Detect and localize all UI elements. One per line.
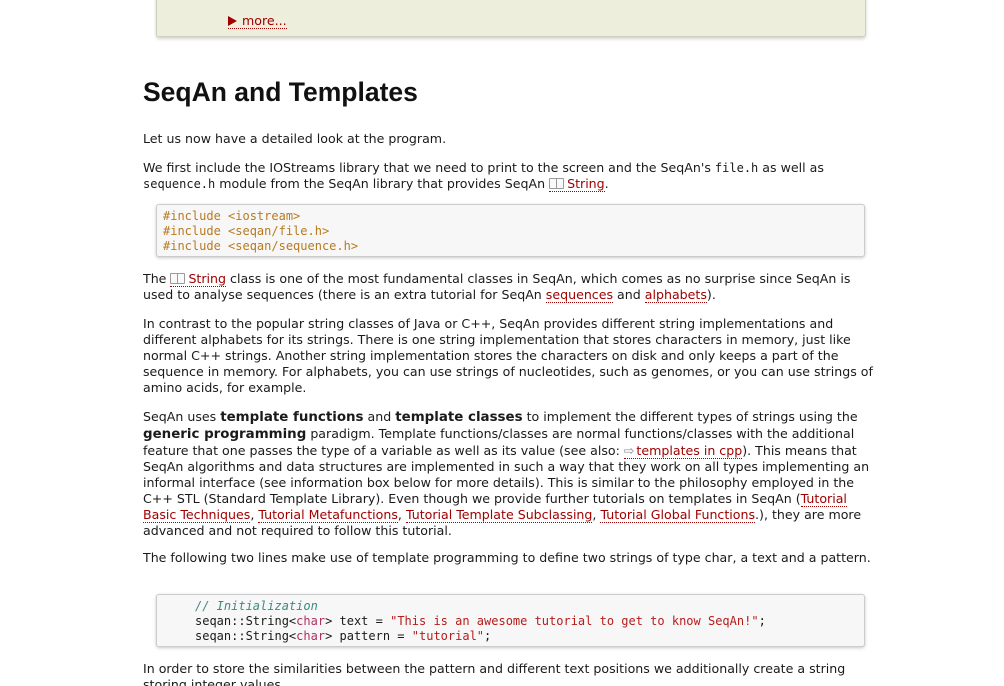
book-icon: [549, 178, 565, 189]
paragraph-two-lines: The following two lines make use of temp…: [143, 550, 871, 565]
link-templates-in-cpp[interactable]: ⇨ templates in cpp: [623, 443, 743, 459]
code-line: seqan::String<char> text = "This is an a…: [195, 614, 766, 628]
code-block-initialization: // Initialization seqan::String<char> tex…: [156, 594, 865, 647]
code-line: #include <seqan/sequence.h>: [163, 239, 359, 253]
more-box: more...: [156, 0, 866, 37]
book-icon: [170, 273, 186, 284]
bold-template-functions: template functions: [220, 410, 364, 425]
code-line: #include <seqan/file.h>: [163, 224, 330, 238]
link-tutorial-template-subclassing[interactable]: Tutorial Template Subclassing: [405, 507, 593, 523]
link-string[interactable]: String: [170, 271, 227, 287]
expand-triangle-icon: [228, 16, 237, 26]
bold-template-classes: template classes: [395, 410, 523, 425]
link-sequences[interactable]: sequences: [545, 287, 614, 303]
bold-generic-programming: generic programming: [143, 427, 307, 442]
code-comment: // Initialization: [195, 599, 318, 613]
link-tutorial-global-functions[interactable]: Tutorial Global Functions: [600, 507, 756, 523]
link-alphabets[interactable]: alphabets: [644, 287, 707, 303]
paragraph-includes: We first include the IOStreams library t…: [143, 160, 824, 192]
paragraph-similarities: In order to store the similarities betwe…: [143, 661, 846, 686]
link-string[interactable]: String: [549, 176, 605, 192]
code-line: #include <iostream>: [163, 209, 301, 223]
paragraph-intro: Let us now have a detailed look at the p…: [143, 131, 447, 146]
code-block-includes: #include <iostream> #include <seqan/file.…: [156, 204, 865, 257]
code-line: seqan::String<char> pattern = "tutorial"…: [195, 629, 492, 643]
inline-code-sequence-h: sequence.h: [143, 177, 216, 191]
link-tutorial-metafunctions[interactable]: Tutorial Metafunctions: [258, 507, 398, 523]
paragraph-string-class: The String class is one of the most fund…: [143, 271, 851, 303]
paragraph-templates: SeqAn uses template functions and templa…: [143, 409, 870, 538]
external-arrow-icon: ⇨: [623, 443, 635, 458]
inline-code-file-h: file.h: [714, 161, 759, 175]
more-link[interactable]: more...: [228, 14, 287, 29]
section-title: SeqAn and Templates: [143, 77, 418, 107]
paragraph-implementations: In contrast to the popular string classe…: [143, 316, 873, 395]
